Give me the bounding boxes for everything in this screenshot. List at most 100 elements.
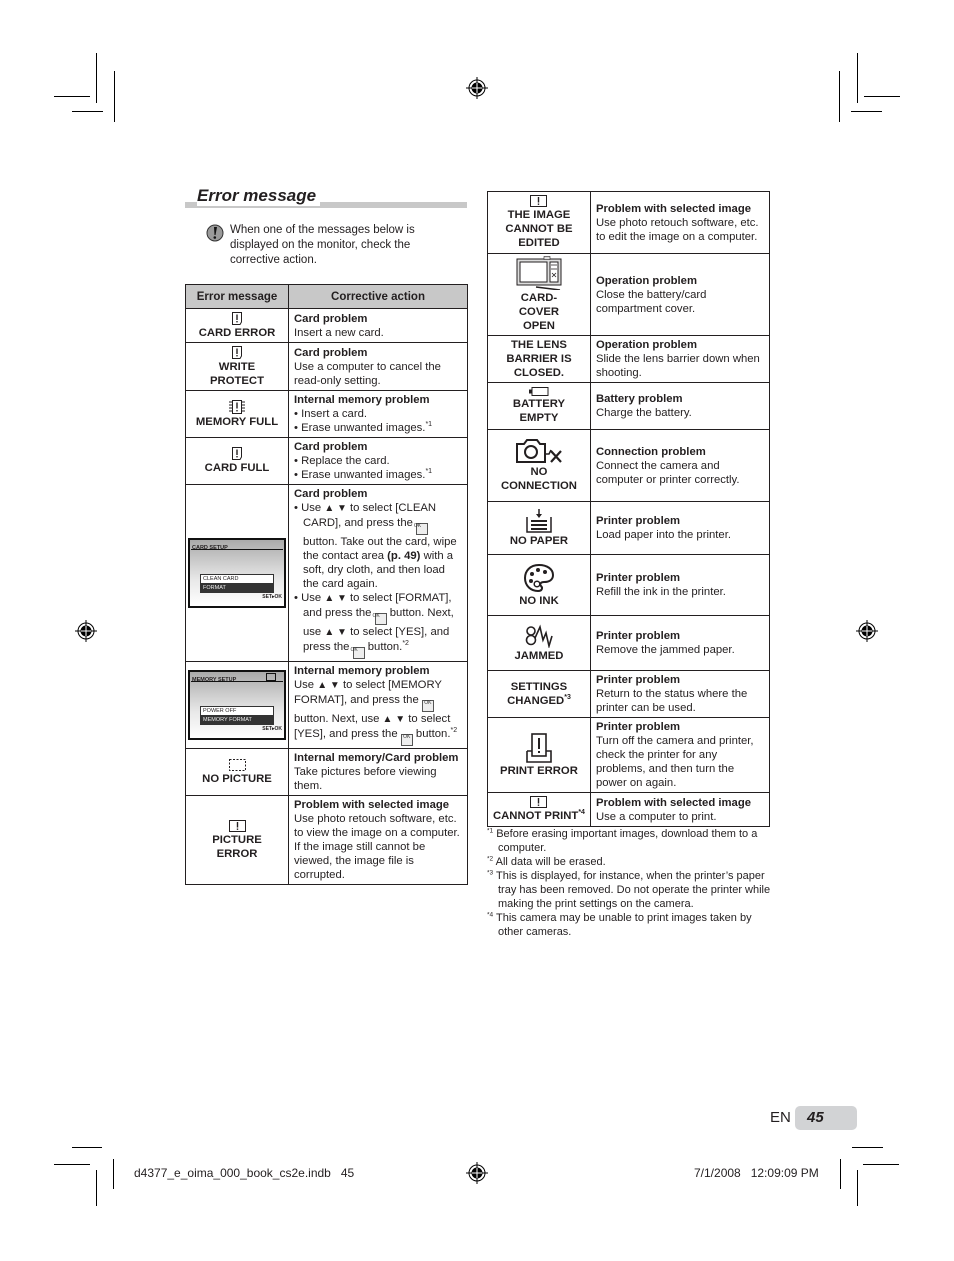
table-row: PICTURE ERROR Problem with selected imag… <box>185 795 468 885</box>
crop-mark <box>857 53 858 103</box>
table-row: JAMMED Printer problem Remove the jammed… <box>487 615 771 671</box>
action-text: Slide the lens barrier down when shootin… <box>595 353 760 379</box>
problem-heading: Printer problem <box>595 674 681 686</box>
corrective-action-cell: Problem with selected image Use a comput… <box>589 792 771 827</box>
error-screen-cell: MEMORY SETUP POWER OFF MEMORY FORMAT SET… <box>185 661 289 749</box>
problem-heading: Internal memory problem <box>294 394 430 406</box>
empty-frame-icon <box>228 758 246 771</box>
footnote-ref: *1 <box>425 468 433 476</box>
error-message-cell: MEMORY FULL <box>185 390 289 438</box>
problem-heading: Internal memory/Card problem <box>294 752 459 764</box>
ok-button-icon: OK <box>350 647 365 659</box>
action-text: Use a computer to cancel the read-only s… <box>294 360 441 387</box>
table-row: THE IMAGE CANNOT BE EDITED Problem with … <box>487 191 771 254</box>
problem-heading: Problem with selected image <box>294 799 450 811</box>
caution-icon <box>206 224 224 242</box>
table-row: NO PAPER Printer problem Load paper into… <box>487 501 771 555</box>
crop-mark <box>840 1159 841 1189</box>
action-text: Insert a new card. <box>294 326 384 339</box>
error-message-cell: PICTURE ERROR <box>185 795 289 885</box>
corrective-action-cell: Battery problem Charge the battery. <box>589 382 771 430</box>
table-row: MEMORY FULL Internal memory problem • In… <box>185 390 468 438</box>
screen-divider <box>191 549 283 550</box>
problem-heading: Internal memory problem <box>294 665 430 677</box>
problem-heading: Printer problem <box>595 572 681 584</box>
error-message-cell: CARD-COVER OPEN <box>487 253 591 336</box>
error-message: CARD FULL <box>204 462 270 474</box>
error-message: NO PICTURE <box>202 772 272 785</box>
table-row: PRINT ERROR Printer problem Turn off the… <box>487 717 771 793</box>
problem-heading: Card problem <box>294 312 368 325</box>
corrective-action-cell: Printer problem Remove the jammed paper. <box>589 615 771 671</box>
screen-set-ok: SET▸OK <box>262 726 282 732</box>
card-alert-icon <box>232 447 242 460</box>
error-message: WRITE PROTECT <box>210 360 264 387</box>
footnote: *2 All data will be erased. <box>487 855 606 868</box>
action-text: Take pictures before viewing them. <box>294 766 437 792</box>
table-row: WRITE PROTECT Card problem Use a compute… <box>185 342 468 391</box>
corrective-action-cell: Internal memory/Card problem Take pictur… <box>288 748 468 796</box>
card-alert-icon <box>232 345 242 359</box>
action-bullet: • Use ▲ ▼ to select [CLEAN CARD], and pr… <box>294 502 457 590</box>
error-message: MEMORY FULL <box>195 415 279 428</box>
picture-alert-icon <box>228 819 246 832</box>
error-message: THE LENS BARRIER IS CLOSED. <box>506 339 572 379</box>
footnote-ref: *3 <box>564 694 571 702</box>
crop-mark <box>54 96 90 97</box>
memory-alert-icon <box>229 399 245 414</box>
table-row: CARD-COVER OPEN Operation problem Close … <box>487 253 771 336</box>
table-row: NO INK Printer problem Refill the ink in… <box>487 554 771 616</box>
table-header-row: Error message Corrective action <box>185 284 468 309</box>
error-message: NO INK <box>519 594 559 607</box>
corrective-action-cell: Printer problem Refill the ink in the pr… <box>589 554 771 616</box>
card-alert-icon <box>232 311 242 325</box>
problem-heading: Problem with selected image <box>595 796 752 809</box>
page-number-value: 45 <box>807 1109 824 1126</box>
error-message: BATTERY EMPTY <box>512 398 566 424</box>
corrective-action-cell: Card problem Insert a new card. <box>288 308 468 343</box>
caution-note: When one of the messages below is displa… <box>206 223 446 268</box>
memory-icon <box>266 673 276 681</box>
action-text: Use ▲ ▼ to select [MEMORY FORMAT], and p… <box>294 679 457 746</box>
screen-divider <box>191 681 283 682</box>
section-title: Error message <box>185 186 467 208</box>
registration-mark-icon <box>466 77 488 99</box>
crop-mark <box>114 71 115 122</box>
action-text: Use a computer to print. <box>595 810 717 823</box>
page-reference: (p. 49) <box>387 550 421 562</box>
error-message-cell: NO PAPER <box>487 501 591 555</box>
error-message: NO PAPER <box>509 534 569 547</box>
ok-button-icon: OK <box>421 700 434 712</box>
error-message-cell: CANNOT PRINT*4 <box>487 792 591 827</box>
footnote: *1 Before erasing important images, down… <box>487 827 758 854</box>
error-message: PRINT ERROR <box>500 764 578 777</box>
problem-heading: Card problem <box>294 346 368 359</box>
picture-alert-icon <box>530 796 548 808</box>
problem-heading: Card problem <box>294 441 368 453</box>
problem-heading: Operation problem <box>595 339 697 351</box>
crop-mark <box>96 1170 97 1206</box>
table-row: MEMORY SETUP POWER OFF MEMORY FORMAT SET… <box>185 661 468 749</box>
footnote: *4 This camera may be unable to print im… <box>487 911 752 938</box>
crop-mark <box>839 71 840 122</box>
action-text: Load paper into the printer. <box>595 529 731 541</box>
registration-mark-icon <box>466 1162 488 1184</box>
corrective-action-cell: Connection problem Connect the camera an… <box>589 429 771 502</box>
action-bullet: • Erase unwanted images.*1 <box>294 468 433 481</box>
error-message-cell: PRINT ERROR <box>487 717 591 793</box>
action-text: Use photo retouch software, etc. to view… <box>294 813 460 881</box>
error-message: NO CONNECTION <box>500 466 577 492</box>
no-paper-icon <box>526 508 552 533</box>
battery-empty-icon <box>528 387 549 396</box>
card-setup-screen: CARD SETUP CLEAN CARD FORMAT SET▸OK <box>188 538 286 608</box>
corrective-action-cell: Printer problem Load paper into the prin… <box>589 501 771 555</box>
problem-heading: Connection problem <box>595 445 706 458</box>
crop-mark <box>852 1147 883 1148</box>
table-row: THE LENS BARRIER IS CLOSED. Operation pr… <box>487 335 771 383</box>
footnote-ref: *4 <box>578 809 585 817</box>
corrective-action-cell: Card problem • Use ▲ ▼ to select [CLEAN … <box>288 484 468 662</box>
up-down-arrows-icon: ▲ ▼ <box>324 593 347 604</box>
language-label: EN <box>770 1109 791 1126</box>
up-down-arrows-icon: ▲ ▼ <box>324 503 347 514</box>
problem-heading: Printer problem <box>595 630 681 642</box>
